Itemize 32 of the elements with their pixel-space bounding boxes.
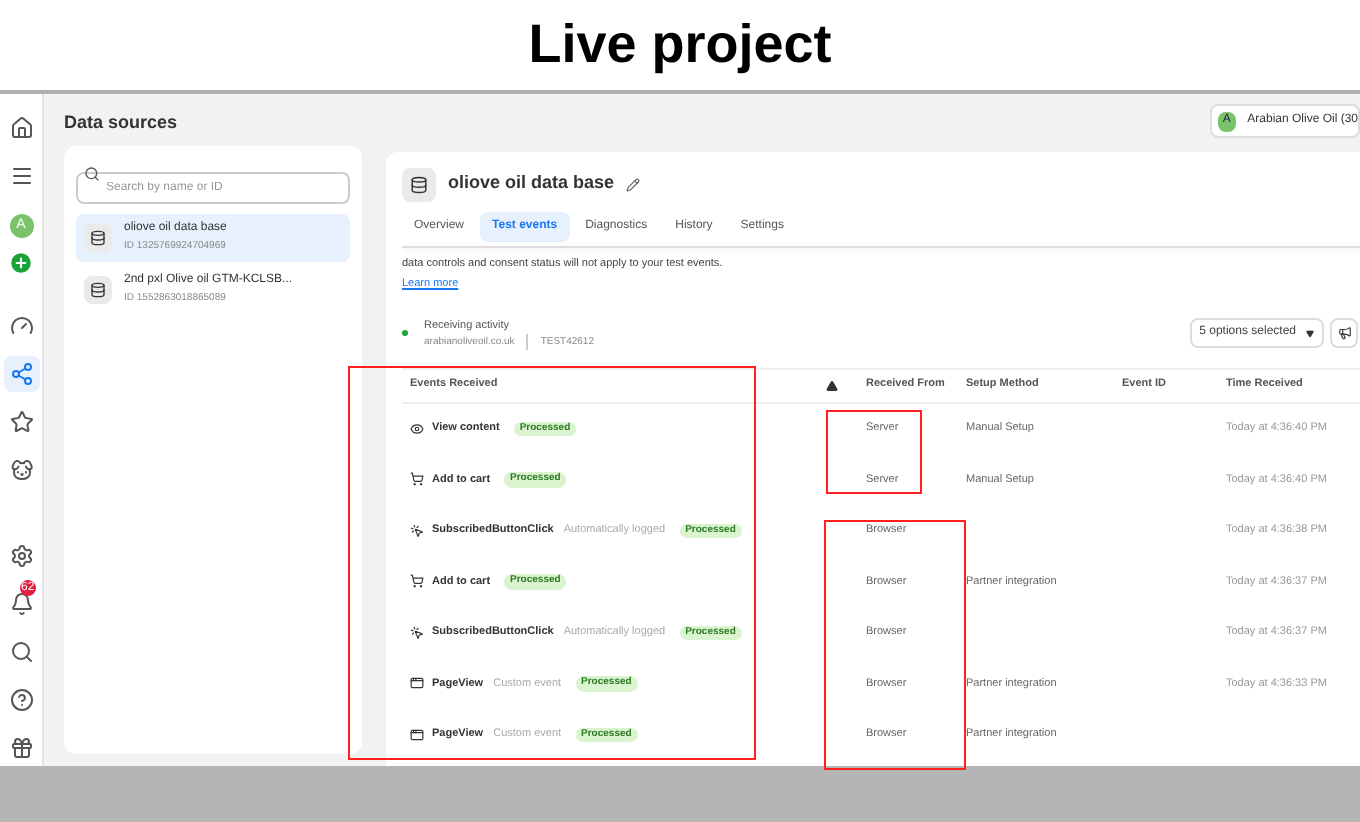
panel-title: Data sources (64, 110, 180, 136)
menu-icon[interactable] (9, 164, 33, 188)
dataset-icon (90, 282, 106, 298)
pointer-click-icon (410, 625, 424, 640)
window-icon (410, 727, 424, 742)
dataset-icon (410, 175, 428, 193)
star-icon[interactable] (9, 410, 33, 434)
warning-icon (826, 379, 838, 391)
animal-icon[interactable] (9, 458, 33, 482)
dataset-title: oliove oil data base (448, 170, 615, 197)
home-icon[interactable] (9, 116, 33, 140)
gauge-icon[interactable] (9, 314, 33, 338)
megaphone-icon (1337, 326, 1351, 340)
edit-icon[interactable] (626, 177, 641, 191)
dataset-icon (90, 230, 106, 246)
help-icon[interactable] (9, 688, 33, 712)
window-icon (410, 676, 424, 691)
gift-icon[interactable] (9, 736, 33, 760)
add-icon[interactable] (8, 250, 34, 276)
settings-icon[interactable] (9, 544, 33, 568)
cart-icon (410, 472, 424, 487)
pointer-click-icon (410, 523, 424, 538)
network-icon[interactable] (9, 362, 33, 386)
eye-icon (410, 421, 424, 436)
annotation-box (826, 410, 922, 494)
bell-icon[interactable] (9, 592, 33, 616)
caret-icon (1306, 329, 1314, 337)
search-icon (84, 166, 100, 182)
search-icon[interactable] (9, 640, 33, 664)
banner-title: Live project (528, 12, 832, 79)
cart-icon (410, 574, 424, 589)
clear-button[interactable] (1330, 318, 1358, 348)
